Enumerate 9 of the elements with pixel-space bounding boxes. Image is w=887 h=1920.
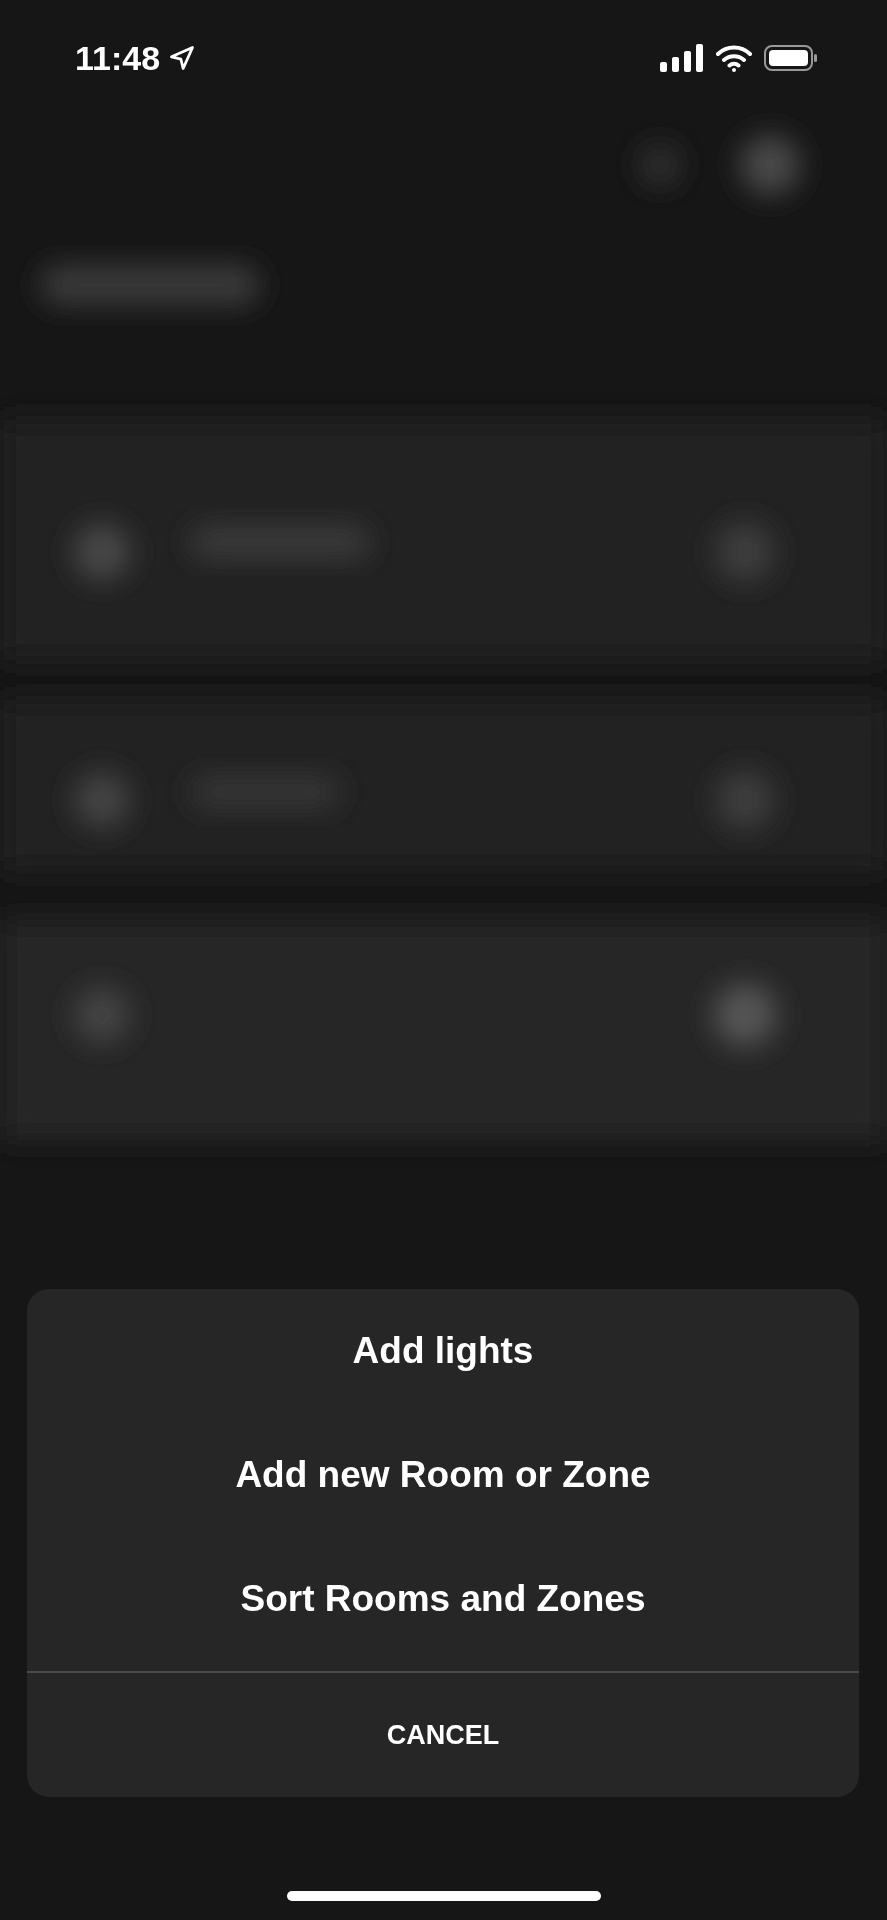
- action-button[interactable]: Add lights: [27, 1289, 859, 1413]
- signal-icon: [660, 44, 704, 72]
- battery-icon: [764, 44, 818, 72]
- location-arrow-icon: [168, 44, 197, 72]
- wifi-icon: [716, 44, 752, 72]
- action-button[interactable]: Sort Rooms and Zones: [27, 1537, 859, 1661]
- cancel-button[interactable]: CANCEL: [27, 1673, 859, 1797]
- status-time: 11:48: [75, 37, 161, 79]
- action-button[interactable]: Add new Room or Zone: [27, 1413, 859, 1537]
